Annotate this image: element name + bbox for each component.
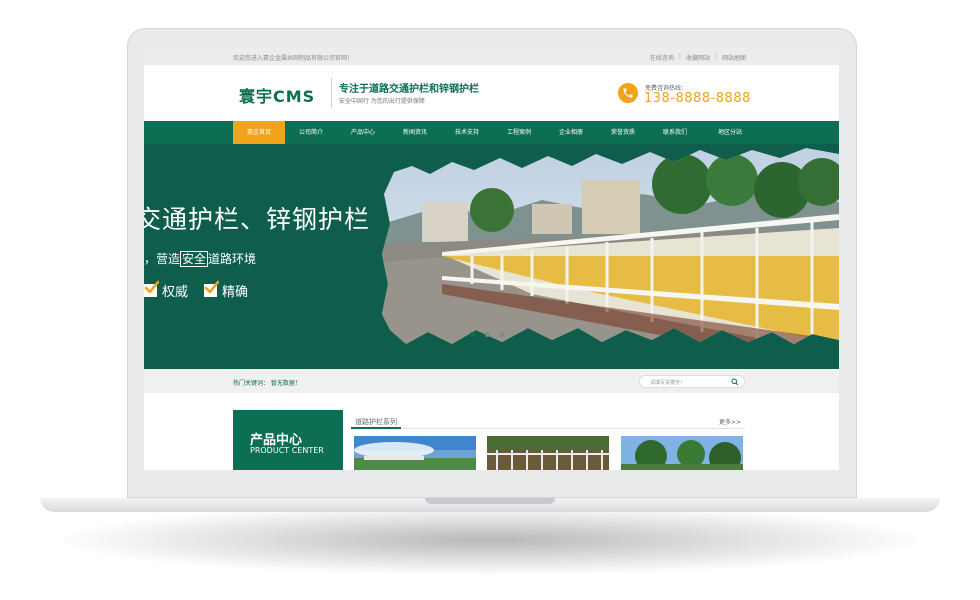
nav-item-contact[interactable]: 联系我们 [649,121,701,144]
banner-subline: ，营造 安全 道路环境 [144,250,256,267]
divider [331,78,332,108]
checkbox-icon [144,280,159,297]
nav-item-home[interactable]: 寰企首页 [233,121,285,144]
slider-dots [470,332,505,337]
nav-item-branches[interactable]: 地区分站 [701,121,759,144]
top-links: 在线咨询 | 收藏网站 | 网站地图 [650,53,746,62]
search-icon[interactable] [731,378,739,386]
main-nav: 寰企首页 公司简介 产品中心 新闻资讯 技术支持 工程案例 企业相册 荣誉资质 … [144,121,839,144]
nav-item-cases[interactable]: 工程案例 [493,121,545,144]
nav-item-tech[interactable]: 技术支持 [441,121,493,144]
hot-keywords-text: 热门关键词： 暂无数据！ [233,380,301,387]
banner-subline-post: 道路环境 [208,252,257,266]
top-link-favorite[interactable]: 收藏网站 [686,53,710,62]
nav-item-about[interactable]: 公司简介 [285,121,337,144]
laptop-notch [425,498,555,504]
banner-check-label: 精确 [222,285,249,300]
product-thumbnail[interactable] [621,436,743,470]
banner-subline-boxed: 安全 [180,251,209,267]
banner-guardrail-photo [382,148,839,344]
nav-item-products[interactable]: 产品中心 [337,121,389,144]
site-logo[interactable]: 寰宇CMS [239,83,315,107]
banner-check-label: 权威 [162,285,189,300]
nav-item-album[interactable]: 企业相册 [545,121,597,144]
product-category-title: 道路护栏系列 [355,418,397,426]
divider [351,428,745,429]
product-thumbnail[interactable] [354,436,476,470]
divider: | [678,53,681,60]
more-link[interactable]: 更多>> [719,417,741,426]
banner-check-authority: 权威 [144,280,189,300]
welcome-text: 欢迎您进入寰企金属丝网制品有限公司官网！ [233,55,354,62]
slider-dot[interactable] [500,332,505,337]
product-center-box[interactable]: 产品中心 PRODUCT CENTER [233,410,343,470]
hotline-number[interactable]: 138-8888-8888 [644,91,751,106]
website-screen: 欢迎您进入寰企金属丝网制品有限公司官网！ 在线咨询 | 收藏网站 | 网站地图 … [144,48,839,470]
laptop-shadow [60,505,920,575]
checkbox-icon [204,280,219,297]
divider [351,427,401,429]
banner-check-precision: 精确 [204,280,249,300]
phone-icon [618,83,638,103]
search-placeholder: 请填写关键字！ [650,380,686,386]
divider: | [714,53,717,60]
nav-item-honors[interactable]: 荣誉资质 [597,121,649,144]
banner-headline: 交通护栏、锌钢护栏 [144,205,371,234]
site-subslogan: 安全中国行 为您的出行提供保障 [339,98,425,105]
banner-subline-pre: ，营造 [144,252,181,266]
slider-dot[interactable] [485,332,490,337]
top-bar: 欢迎您进入寰企金属丝网制品有限公司官网！ 在线咨询 | 收藏网站 | 网站地图 [144,48,839,65]
hot-keywords-bar: 热门关键词： 暂无数据！ 请填写关键字！ [144,369,839,393]
site-header: 寰宇CMS 专注于道路交通护栏和锌钢护栏 安全中国行 为您的出行提供保障 免费咨… [144,65,839,121]
search-input[interactable]: 请填写关键字！ [639,375,745,388]
product-center-subtitle: PRODUCT CENTER [250,446,324,455]
product-thumbnail[interactable] [487,436,609,470]
site-slogan: 专注于道路交通护栏和锌钢护栏 [339,84,479,95]
slider-dot[interactable] [470,332,475,337]
nav-item-news[interactable]: 新闻资讯 [389,121,441,144]
top-link-sitemap[interactable]: 网站地图 [722,53,746,62]
hero-banner[interactable]: 交通护栏、锌钢护栏 ，营造 安全 道路环境 权威 精确 [144,144,839,369]
top-link-consult[interactable]: 在线咨询 [650,53,674,62]
product-section: 产品中心 PRODUCT CENTER 道路护栏系列 更多>> [144,393,839,470]
